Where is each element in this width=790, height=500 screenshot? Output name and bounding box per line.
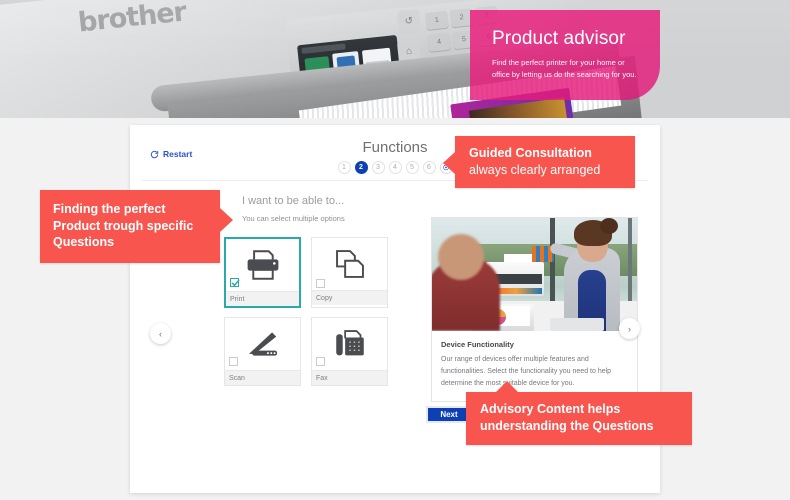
option-card-copy[interactable]: Copy [311,237,388,308]
advisor-title: Product advisor [492,28,626,49]
pager-step-3[interactable]: 3 [371,161,385,174]
product-advisor-banner: Product advisor Find the perfect printer… [470,10,660,100]
callout-left-line2: Product trough specific [53,218,194,233]
option-label-scan: Scan [225,370,300,385]
question-subtitle: You can select multiple options [242,214,345,223]
callout-top-regular: always clearly arranged [469,162,601,177]
pager-step-1[interactable]: 1 [337,161,351,174]
option-card-grid: Print Copy Scan Fax Next [224,237,472,423]
callout-bottom-line2: understanding the Questions [480,418,654,433]
pager-step-4[interactable]: 4 [388,161,402,174]
option-checkbox-scan[interactable] [229,357,238,366]
option-card-fax[interactable]: Fax [311,317,388,386]
advisory-body: Our range of devices offer multiple feat… [441,356,612,388]
callout-left: Finding the perfect Product trough speci… [40,190,233,263]
advisory-panel: Device Functionality Our range of device… [431,217,638,403]
callout-bottom: Advisory Content helps understanding the… [466,381,692,445]
pager-step-5[interactable]: 5 [405,161,419,174]
option-label-fax: Fax [312,370,387,385]
callout-bottom-line1: Advisory Content helps [480,402,621,416]
callout-top-bold: Guided Consultation [469,146,592,160]
screenshot-root: brother ↺ ⌂ ✕ 123 456 [0,0,790,500]
callout-left-line3: Questions [53,235,115,249]
advisor-subtitle: Find the perfect printer for your home o… [492,58,637,79]
option-checkbox-print[interactable] [230,278,240,287]
option-card-print[interactable]: Print [224,237,301,308]
option-label-print: Print [226,291,299,306]
carousel-next-button[interactable]: › [619,318,640,339]
hero-banner: brother ↺ ⌂ ✕ 123 456 [0,0,790,118]
option-card-scan[interactable]: Scan [224,317,301,386]
carousel-prev-button[interactable]: ‹ [150,323,171,344]
advisory-heading: Device Functionality [441,340,514,349]
option-checkbox-fax[interactable] [316,357,325,366]
option-checkbox-copy[interactable] [316,279,325,288]
pager-step-6[interactable]: 6 [422,161,436,174]
pager-step-2[interactable]: 2 [354,161,368,174]
callout-top: Guided Consultation always clearly arran… [443,136,635,188]
question-title: I want to be able to... [242,195,345,207]
callout-left-line1: Finding the perfect [53,202,166,216]
advisory-photo [432,218,637,331]
advisory-text: Device Functionality Our range of device… [432,331,637,401]
option-label-copy: Copy [312,290,387,305]
